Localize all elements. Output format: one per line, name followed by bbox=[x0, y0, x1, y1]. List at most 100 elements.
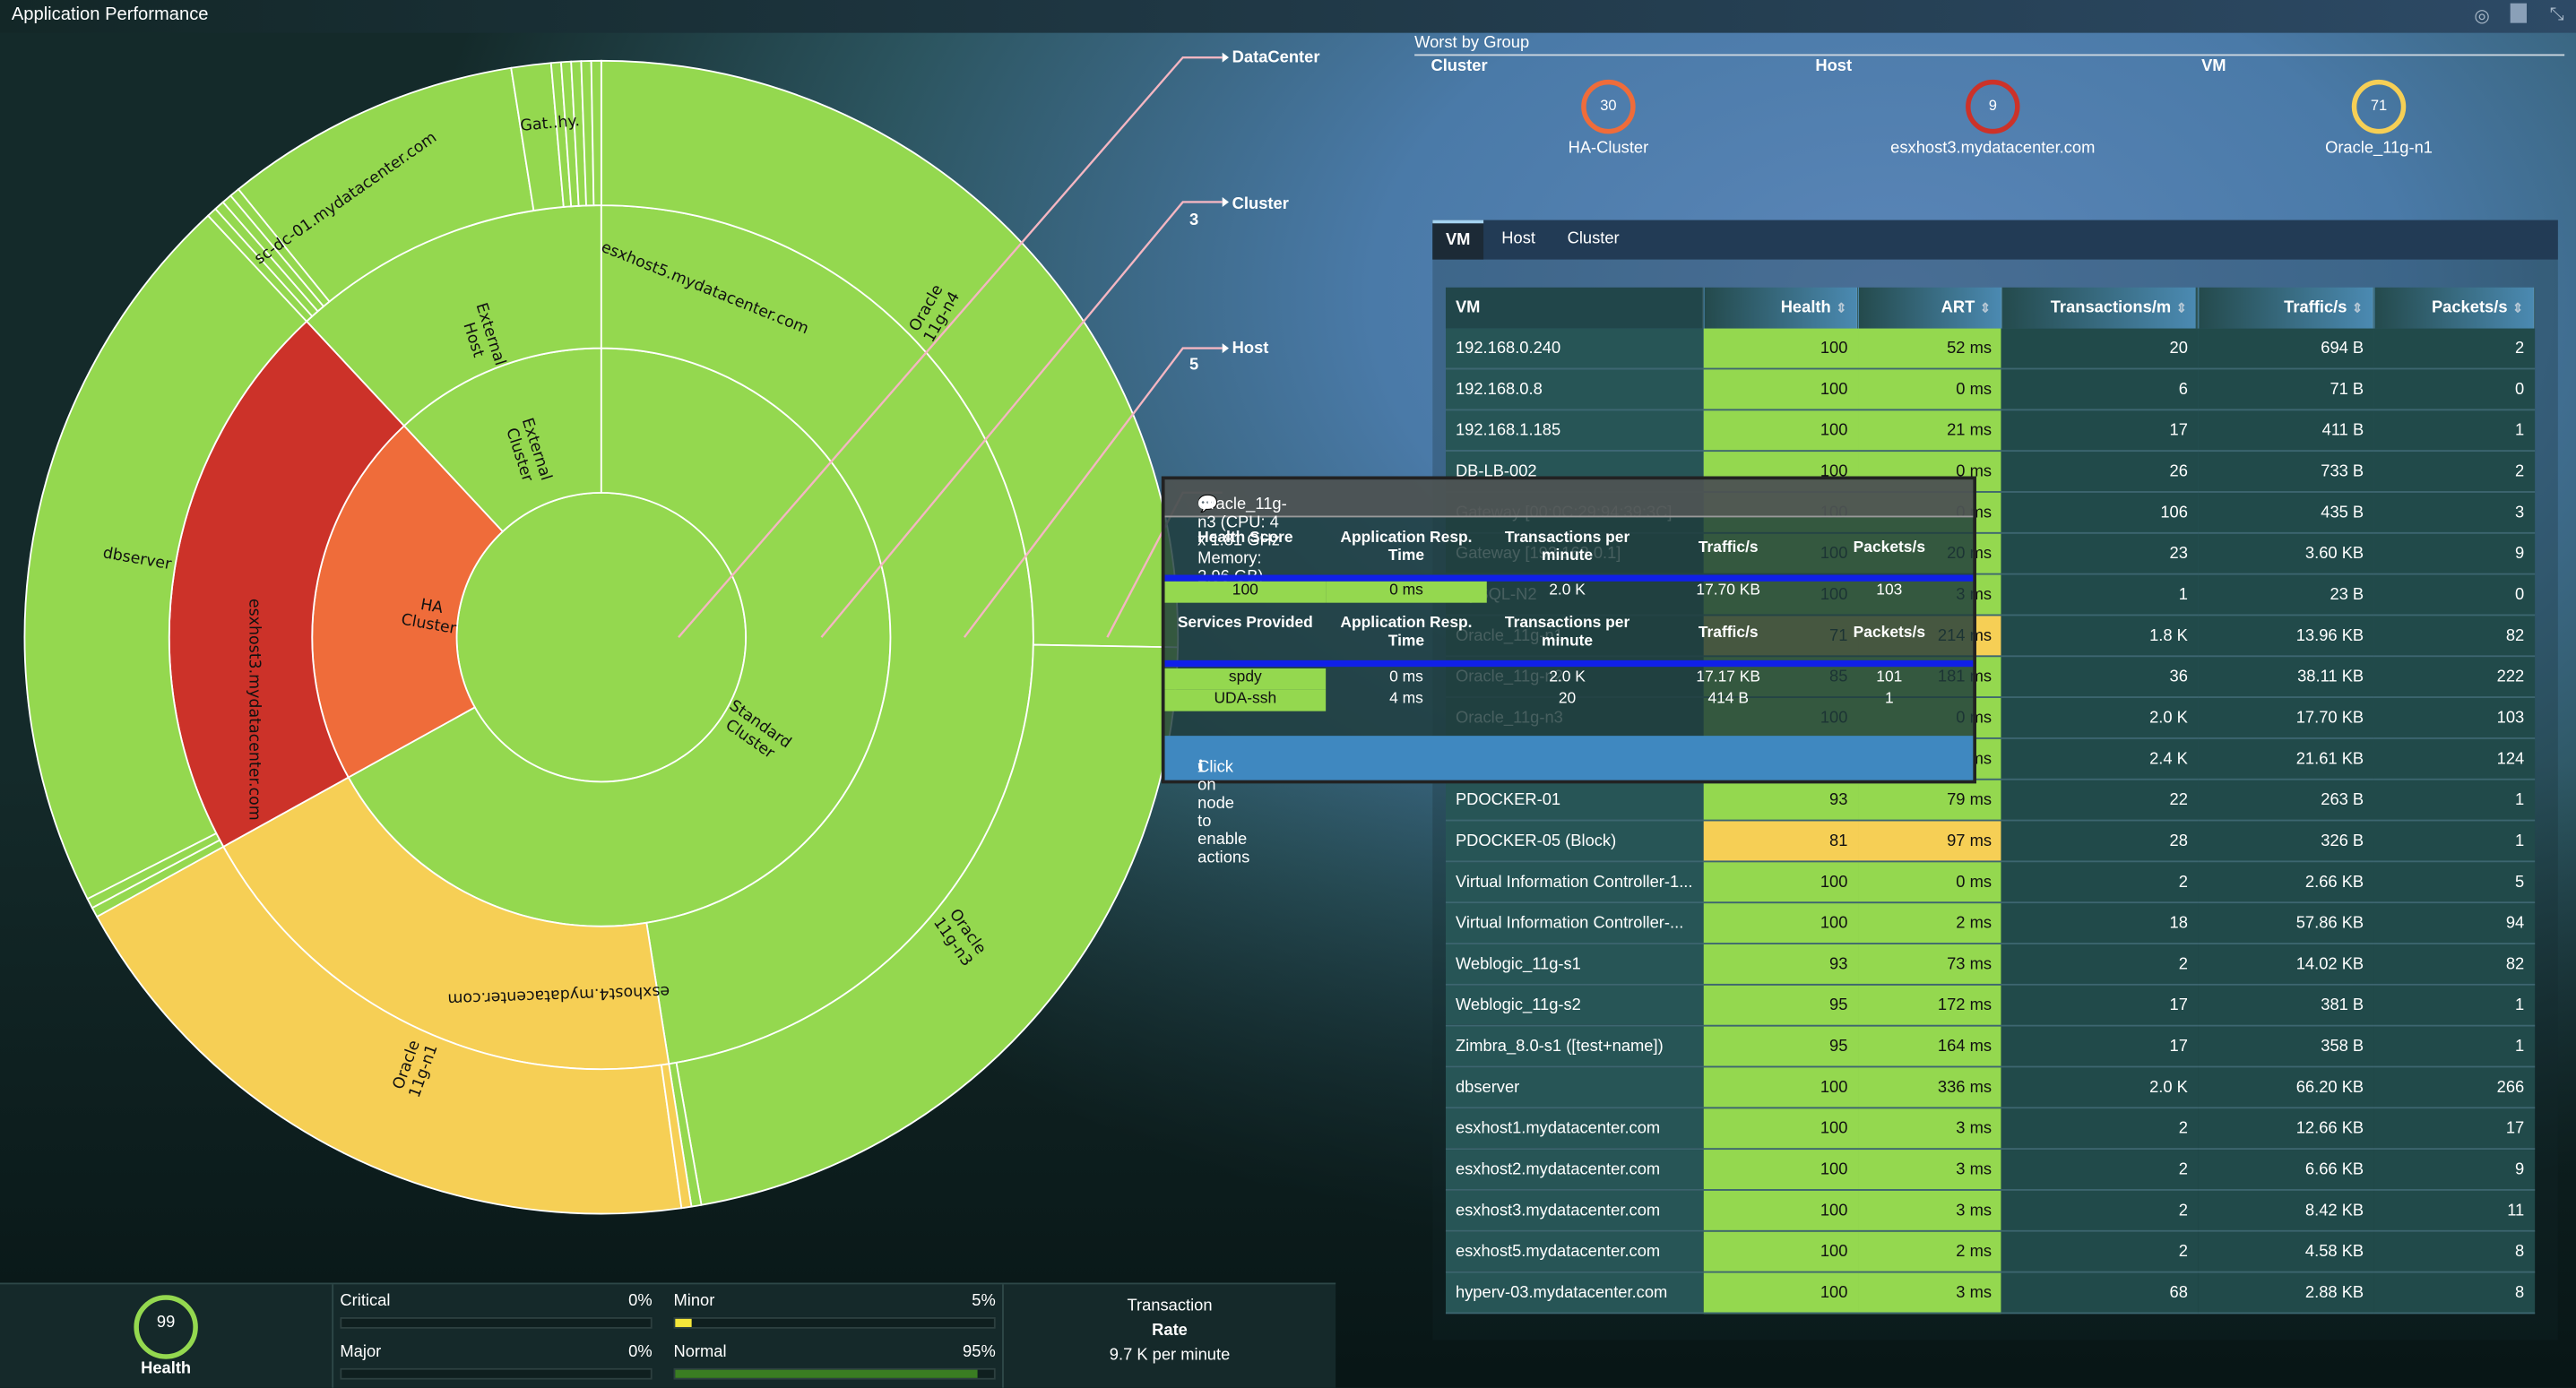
table-cell: 4.58 KB bbox=[2197, 1230, 2374, 1273]
table-row[interactable]: esxhost5.mydatacenter.com 100 2 ms 2 4.58 KB… bbox=[1445, 1230, 2535, 1273]
tooltip-column-header: Traffic/s bbox=[1698, 539, 1759, 557]
column-header[interactable]: ART ⇕ bbox=[1857, 287, 2002, 329]
summary-bar: 99 Health Critical 0% Minor 5% Major 0% Normal… bbox=[0, 1282, 1336, 1388]
column-header[interactable]: Health ⇕ bbox=[1703, 287, 1859, 329]
table-cell: 336 ms bbox=[1857, 1066, 2002, 1109]
divider bbox=[1002, 1284, 1004, 1388]
table-cell: 164 ms bbox=[1857, 1025, 2002, 1068]
tab-cluster[interactable]: Cluster bbox=[1554, 220, 1632, 260]
tooltip-column-header: Traffic/s bbox=[1698, 624, 1759, 642]
table-cell: 17 bbox=[2001, 1025, 2198, 1068]
column-header[interactable]: Traffic/s ⇕ bbox=[2197, 287, 2375, 329]
table-cell: 100 bbox=[1703, 1066, 1858, 1109]
sort-icon[interactable]: ⇕ bbox=[2352, 300, 2363, 315]
tooltip-column-header: Transactions per minute bbox=[1504, 529, 1630, 565]
table-cell: Weblogic_11g-s2 bbox=[1445, 984, 1704, 1027]
table-cell: 9 bbox=[2373, 532, 2535, 575]
table-row[interactable]: 192.168.0.8 100 0 ms 6 71 B0 bbox=[1445, 368, 2535, 411]
table-cell: 100 bbox=[1703, 368, 1858, 411]
score-gauge: 30 bbox=[1580, 79, 1636, 134]
table-row[interactable]: PDOCKER-01 93 79 ms 22 263 B1 bbox=[1445, 779, 2535, 822]
column-header[interactable]: Transactions/m ⇕ bbox=[2001, 287, 2199, 329]
divider bbox=[1164, 660, 1974, 668]
table-row[interactable]: dbserver 100 336 ms 2.0 K 66.20 KB 266 bbox=[1445, 1066, 2535, 1109]
legend-datacenter: DataCenter bbox=[1232, 48, 1320, 68]
sort-icon[interactable]: ⇕ bbox=[2176, 300, 2187, 315]
table-row[interactable]: Weblogic_11g-s2 95 172 ms 17 381 B1 bbox=[1445, 984, 2535, 1027]
table-row[interactable]: esxhost3.mydatacenter.com 100 3 ms 2 8.42 KB… bbox=[1445, 1189, 2535, 1232]
table-cell: 0 bbox=[2373, 368, 2535, 411]
divider bbox=[1164, 574, 1974, 582]
legend-cluster-count: 3 bbox=[1189, 211, 1199, 230]
table-cell: 1 bbox=[2373, 779, 2535, 822]
table-cell: 2 bbox=[2001, 1230, 2198, 1273]
table-cell: 28 bbox=[2001, 820, 2198, 863]
table-cell: 0 ms bbox=[1857, 861, 2002, 904]
table-cell: 1 bbox=[2373, 820, 2535, 863]
table-row[interactable]: esxhost2.mydatacenter.com 100 3 ms 2 6.66 KB… bbox=[1445, 1149, 2535, 1191]
tooltip-column-header: Packets/s bbox=[1853, 624, 1926, 642]
table-cell: 71 B bbox=[2197, 368, 2374, 411]
divider bbox=[332, 1284, 334, 1388]
table-cell: 13.96 KB bbox=[2197, 615, 2374, 658]
tooltip-value: 100 bbox=[1164, 581, 1327, 603]
health-score: 99 bbox=[156, 1314, 176, 1332]
table-row[interactable]: hyperv-03.mydatacenter.com 100 3 ms 68 2.88 … bbox=[1445, 1272, 2535, 1315]
table-cell: 103 bbox=[2373, 697, 2535, 739]
legend-cluster: Cluster bbox=[1232, 195, 1289, 214]
table-cell: 2 bbox=[2001, 1149, 2198, 1191]
tooltip-value: 2.0 K bbox=[1549, 581, 1586, 600]
table-cell: 106 bbox=[2001, 491, 2198, 534]
table-cell: 2 bbox=[2373, 328, 2535, 370]
table-cell: esxhost5.mydatacenter.com bbox=[1445, 1230, 1704, 1273]
table-cell: 36 bbox=[2001, 656, 2198, 698]
table-cell: 2.66 KB bbox=[2197, 861, 2374, 904]
table-cell: 17 bbox=[2373, 1108, 2535, 1151]
table-row[interactable]: Virtual Information Controller-1... 100 0 … bbox=[1445, 861, 2535, 904]
table-cell: 694 B bbox=[2197, 328, 2374, 370]
tab-host[interactable]: Host bbox=[1489, 220, 1549, 260]
divider bbox=[1414, 54, 2565, 56]
table-cell: 3 ms bbox=[1857, 1272, 2002, 1315]
table-cell: 0 ms bbox=[1857, 368, 2002, 411]
tooltip-value: 0 ms bbox=[1389, 668, 1423, 687]
table-row[interactable]: esxhost1.mydatacenter.com 100 3 ms 2 12.66 K… bbox=[1445, 1108, 2535, 1151]
column-header[interactable]: Packets/s ⇕ bbox=[2373, 287, 2536, 329]
table-cell: 93 bbox=[1703, 944, 1858, 986]
table-cell: 0 bbox=[2373, 573, 2535, 616]
table-row[interactable]: 192.168.0.240 100 52 ms 20 694 B2 bbox=[1445, 328, 2535, 370]
table-cell: 192.168.0.8 bbox=[1445, 368, 1704, 411]
table-cell: 3 ms bbox=[1857, 1108, 2002, 1151]
tooltip-value: spdy bbox=[1164, 668, 1327, 690]
table-cell: esxhost2.mydatacenter.com bbox=[1445, 1149, 1704, 1191]
table-cell: 12.66 KB bbox=[2197, 1108, 2374, 1151]
table-row[interactable]: Virtual Information Controller-... 100 2 m… bbox=[1445, 902, 2535, 944]
table-row[interactable]: 192.168.1.185 100 21 ms 17 411 B1 bbox=[1445, 410, 2535, 453]
table-cell: esxhost1.mydatacenter.com bbox=[1445, 1108, 1704, 1151]
table-cell: 1 bbox=[2373, 1025, 2535, 1068]
tab-vm[interactable]: VM bbox=[1432, 220, 1484, 260]
table-cell: 17.70 KB bbox=[2197, 697, 2374, 739]
table-cell: 100 bbox=[1703, 410, 1858, 453]
application-performance-window: Application Performance ◎ ⤡ StandardClus… bbox=[0, 0, 2576, 1388]
rate-label-2: Rate bbox=[1152, 1322, 1188, 1341]
table-cell: 57.86 KB bbox=[2197, 902, 2374, 944]
table-cell: 2 ms bbox=[1857, 902, 2002, 944]
table-row[interactable]: Weblogic_11g-s1 93 73 ms 2 14.02 KB 82 bbox=[1445, 944, 2535, 986]
sort-icon[interactable]: ⇕ bbox=[1836, 300, 1846, 315]
tooltip-value: 414 B bbox=[1707, 689, 1749, 708]
legend-host: Host bbox=[1232, 340, 1269, 358]
table-cell: 2.88 KB bbox=[2197, 1272, 2374, 1315]
sunburst-node-vm-small[interactable] bbox=[590, 59, 602, 207]
table-row[interactable]: PDOCKER-05 (Block) 81 97 ms 28 326 B1 bbox=[1445, 820, 2535, 863]
sort-icon[interactable]: ⇕ bbox=[2512, 300, 2523, 315]
arrow-icon bbox=[1222, 196, 1230, 207]
sunburst-node-root[interactable] bbox=[455, 491, 748, 783]
sort-icon[interactable]: ⇕ bbox=[1980, 300, 1991, 315]
table-cell: 6.66 KB bbox=[2197, 1149, 2374, 1191]
table-cell: 3 bbox=[2373, 491, 2535, 534]
column-header[interactable]: VM bbox=[1445, 287, 1705, 329]
table-cell: 20 bbox=[2001, 328, 2198, 370]
table-cell: 2 bbox=[2001, 1189, 2198, 1232]
table-row[interactable]: Zimbra_8.0-s1 ([test+name]) 95 164 ms 17 358… bbox=[1445, 1025, 2535, 1068]
